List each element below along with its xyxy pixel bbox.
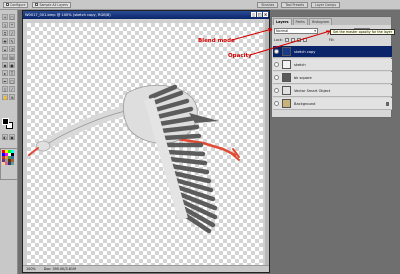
- annotation-opacity: Opacity: [228, 53, 252, 59]
- blend-mode-arrow: [231, 28, 273, 41]
- annotation-blend-mode: Blend mode: [198, 38, 235, 44]
- opacity-arrow: [249, 30, 331, 56]
